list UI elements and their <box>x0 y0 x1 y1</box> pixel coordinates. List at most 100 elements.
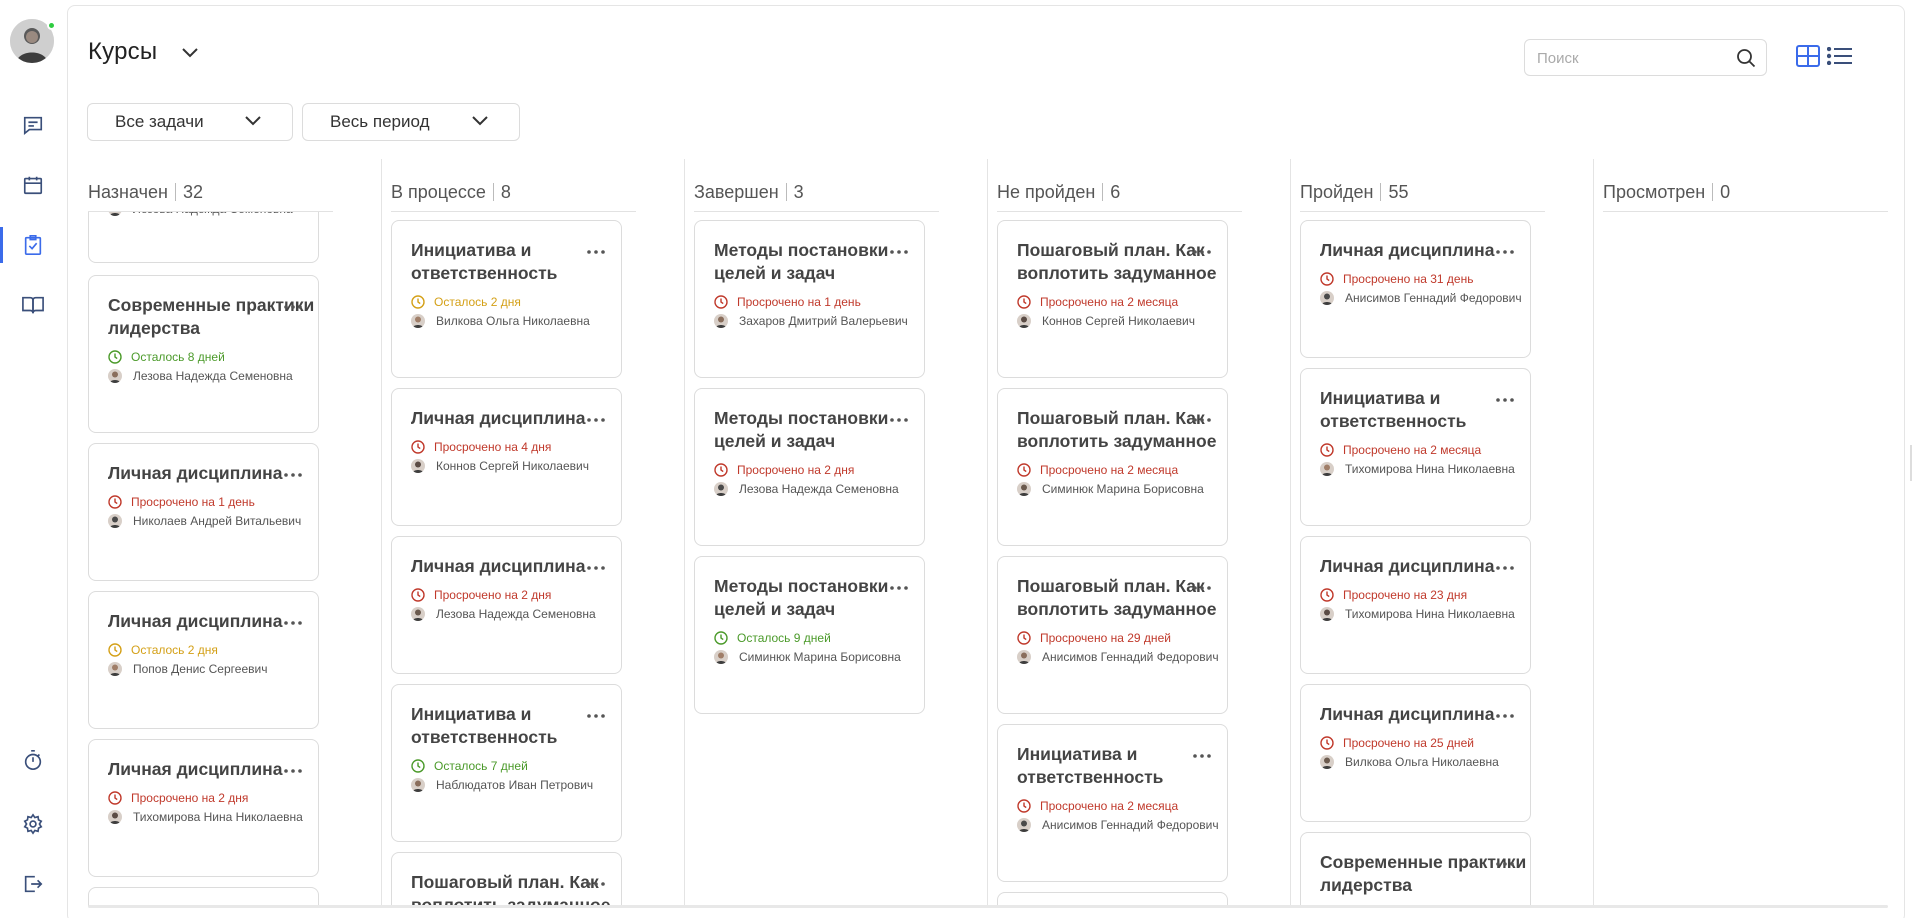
timer-icon <box>24 750 42 770</box>
task-filter-label: Все задачи <box>115 112 204 131</box>
more-dots-icon <box>587 714 605 718</box>
card-menu-button[interactable] <box>284 296 302 314</box>
assignee-avatar <box>108 369 122 383</box>
sidebar-item-settings[interactable] <box>0 804 66 844</box>
card-menu-button[interactable] <box>1193 745 1211 763</box>
task-card[interactable] <box>88 887 319 907</box>
column-count: 8 <box>500 181 511 202</box>
assignee-avatar <box>411 778 425 792</box>
card-menu-button[interactable] <box>587 241 605 259</box>
task-card[interactable]: Личная дисциплина Просрочено на 2 дня Тихо… <box>88 739 319 877</box>
task-card[interactable]: Методы постановки целей и задач Просрочен… <box>694 388 925 546</box>
assignee-avatar <box>108 810 122 824</box>
search-input[interactable] <box>1537 48 1727 68</box>
card-menu-button[interactable] <box>587 409 605 427</box>
card-menu-button[interactable] <box>284 760 302 778</box>
card-menu-button[interactable] <box>1496 241 1514 259</box>
column-divider <box>492 183 494 201</box>
sidebar-item-chat[interactable] <box>0 105 66 145</box>
assignee-avatar <box>108 212 122 216</box>
assignee: Коннов Сергей Николаевич <box>1017 314 1195 328</box>
card-menu-button[interactable] <box>1193 577 1211 595</box>
card-menu-button[interactable] <box>1496 389 1514 407</box>
task-filter-dropdown[interactable]: Все задачи <box>87 103 293 141</box>
board-view-icon[interactable] <box>1796 45 1820 67</box>
vertical-scroll-indicator[interactable] <box>1910 445 1912 481</box>
sidebar-item-timer[interactable] <box>0 740 66 780</box>
card-menu-button[interactable] <box>284 464 302 482</box>
period-filter-dropdown[interactable]: Весь период <box>302 103 520 141</box>
sidebar-item-logout[interactable] <box>0 864 66 904</box>
sidebar-item-calendar[interactable] <box>0 165 66 205</box>
assignee-avatar <box>108 662 122 676</box>
assignee: Наблюдатов Иван Петрович <box>411 778 593 792</box>
deadline-status: Просрочено на 23 дня <box>1320 588 1467 602</box>
card-menu-button[interactable] <box>1496 853 1514 871</box>
card-menu-button[interactable] <box>1496 557 1514 575</box>
task-card[interactable]: Личная дисциплина Просрочено на 31 день Ан… <box>1300 220 1531 358</box>
search-icon[interactable] <box>1736 48 1756 68</box>
task-card[interactable]: Пошаговый план. Как воплотить задуманное… <box>997 556 1228 714</box>
kanban-column: Завершен 3 Методы постановки целей и задач… <box>694 159 941 907</box>
task-card[interactable]: Личная дисциплина Просрочено на 2 дня Лезо… <box>391 536 622 674</box>
task-card[interactable]: Инициатива и ответственность Осталось 2 д… <box>391 220 622 378</box>
horizontal-scrollbar[interactable] <box>88 905 1888 908</box>
task-card[interactable]: Пошаговый план. Как воплотить задуманное… <box>997 388 1228 546</box>
task-card[interactable]: Современные практики лидерстваПросрочено… <box>1300 832 1531 907</box>
search-box[interactable] <box>1524 39 1767 76</box>
sidebar-item-tasks[interactable] <box>0 225 66 265</box>
sidebar <box>0 0 66 918</box>
card-menu-button[interactable] <box>284 612 302 630</box>
assignee-avatar <box>1320 291 1334 305</box>
assignee: Лезова Надежда Семеновна <box>714 482 899 496</box>
card-menu-button[interactable] <box>587 873 605 891</box>
card-menu-button[interactable] <box>587 557 605 575</box>
assignee: Вилкова Ольга Николаевна <box>1320 755 1499 769</box>
deadline-status: Просрочено на 1 день <box>714 295 861 309</box>
task-card[interactable]: Личная дисциплина Просрочено на 23 дня Тих… <box>1300 536 1531 674</box>
task-card[interactable]: Инициатива и ответственность Просрочено н… <box>997 724 1228 882</box>
title-dropdown-button[interactable] <box>181 46 199 58</box>
book-icon <box>22 296 44 314</box>
task-card[interactable]: Инициатива и ответственность Осталось 7 д… <box>391 684 622 842</box>
task-card[interactable]: Пошаговый план. Как воплотить задуманное <box>391 852 622 907</box>
kanban-column: Пройден 55 Личная дисциплина Просрочено на … <box>1300 159 1547 907</box>
assignee-avatar <box>714 482 728 496</box>
task-card[interactable]: Личная дисциплина Просрочено на 25 дней Ви… <box>1300 684 1531 822</box>
assignee-name: Тихомирова Нина Николаевна <box>1345 462 1515 476</box>
card-menu-button[interactable] <box>890 409 908 427</box>
column-divider <box>174 183 176 201</box>
period-filter-label: Весь период <box>330 112 430 131</box>
task-card[interactable]: Лезова Надежда Семеновна <box>88 212 319 263</box>
column-header: Просмотрен 0 <box>1603 179 1730 205</box>
column-separator <box>381 159 382 907</box>
task-card[interactable]: Личная дисциплина Осталось 2 дня Попов Ден… <box>88 591 319 729</box>
task-card[interactable]: Методы постановки целей и задач Осталось … <box>694 556 925 714</box>
card-menu-button[interactable] <box>890 241 908 259</box>
column-header: Не пройден 6 <box>997 179 1120 205</box>
task-card[interactable]: Пошаговый план. Как воплотить задуманное… <box>997 220 1228 378</box>
deadline-status: Просрочено на 2 дня <box>714 463 854 477</box>
list-view-icon[interactable] <box>1827 47 1853 65</box>
task-card[interactable]: Личная дисциплина Просрочено на 1 день Ник… <box>88 443 319 581</box>
task-card[interactable]: Личная дисциплина Просрочено на 4 дня Конн… <box>391 388 622 526</box>
assignee-name: Тихомирова Нина Николаевна <box>1345 607 1515 621</box>
card-menu-button[interactable] <box>890 577 908 595</box>
card-menu-button[interactable] <box>1496 705 1514 723</box>
card-menu-button[interactable] <box>1193 241 1211 259</box>
task-card[interactable]: Инициатива и ответственность Просрочено н… <box>1300 368 1531 526</box>
user-avatar[interactable] <box>10 19 56 63</box>
task-card[interactable]: Методы постановки целей и задач Просрочен… <box>694 220 925 378</box>
clock-icon <box>1320 272 1334 286</box>
assignee-name: Анисимов Геннадий Федорович <box>1042 650 1219 664</box>
assignee-name: Вилкова Ольга Николаевна <box>436 314 590 328</box>
card-menu-button[interactable] <box>1193 409 1211 427</box>
column-count: 55 <box>1388 181 1409 202</box>
calendar-icon <box>23 176 43 195</box>
chat-icon <box>23 116 43 135</box>
more-dots-icon <box>1193 754 1211 758</box>
deadline-text: Осталось 7 дней <box>434 759 528 773</box>
task-card[interactable]: Современные практики лидерства Осталось 8… <box>88 275 319 433</box>
sidebar-item-library[interactable] <box>0 285 66 325</box>
card-menu-button[interactable] <box>587 705 605 723</box>
